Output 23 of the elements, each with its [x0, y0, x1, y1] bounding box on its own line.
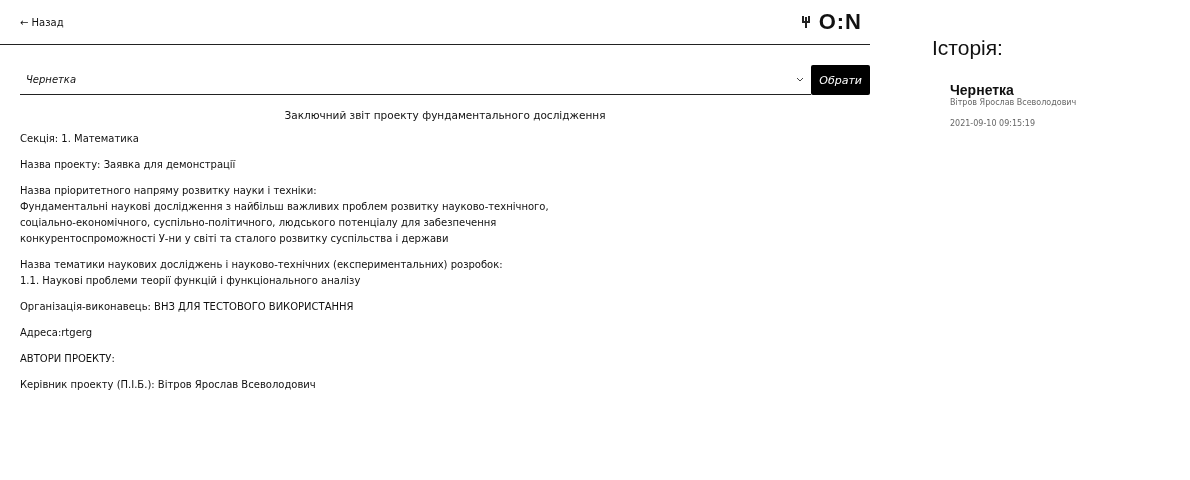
choose-button[interactable]: Обрати [811, 65, 870, 95]
document-text: Фундаментальні наукові дослідження з найбільш важливих проблем розвитку науково-технічного, [20, 200, 550, 214]
history-author: Вітров Ярослав Всеволодович [950, 98, 1077, 107]
document-text: соціально-економічного, суспільно-політичного, людського потенціалу для забезпечення [20, 216, 498, 230]
history-status[interactable]: Чернетка [950, 82, 1077, 98]
status-select[interactable]: Чернетка [20, 65, 812, 95]
document-text: Секція: 1. Математика [20, 132, 140, 146]
history-date: 2021-09-10 09:15:19 [950, 119, 1036, 128]
history-title: Історія: [932, 36, 1004, 60]
document-text: АВТОРИ ПРОЕКТУ: [20, 352, 116, 366]
document-text: Назва пріоритетного напряму розвитку науки і техніки: [20, 184, 318, 198]
document-text: конкурентоспроможності У-ни у світі та сталого розвитку суспільства і держави [20, 232, 450, 246]
document-text: Керівник проекту (П.І.Б.): Вітров Ярослав Всеволодович [20, 378, 317, 392]
document-text: Назва проекту: Заявка для демонстрації [20, 158, 237, 172]
document-title: Заключний звіт проекту фундаментального дослідження [283, 109, 607, 121]
trident-icon [800, 15, 811, 29]
document-text: Назва тематики наукових досліджень і науково-технічних (експериментальних) розробок: [20, 258, 504, 272]
document-text: 1.1. Наукові проблеми теорії функцій і функціонального аналізу [20, 274, 362, 288]
document-text: Організація-виконавець: ВНЗ ДЛЯ ТЕСТОВОГО ВИКОРИСТАННЯ [20, 300, 355, 314]
back-link[interactable]: ← Назад [20, 16, 64, 28]
logo: O:N [818, 9, 862, 35]
chevron-down-icon [797, 77, 804, 82]
document-text: Адреса:rtgerg [20, 326, 94, 340]
